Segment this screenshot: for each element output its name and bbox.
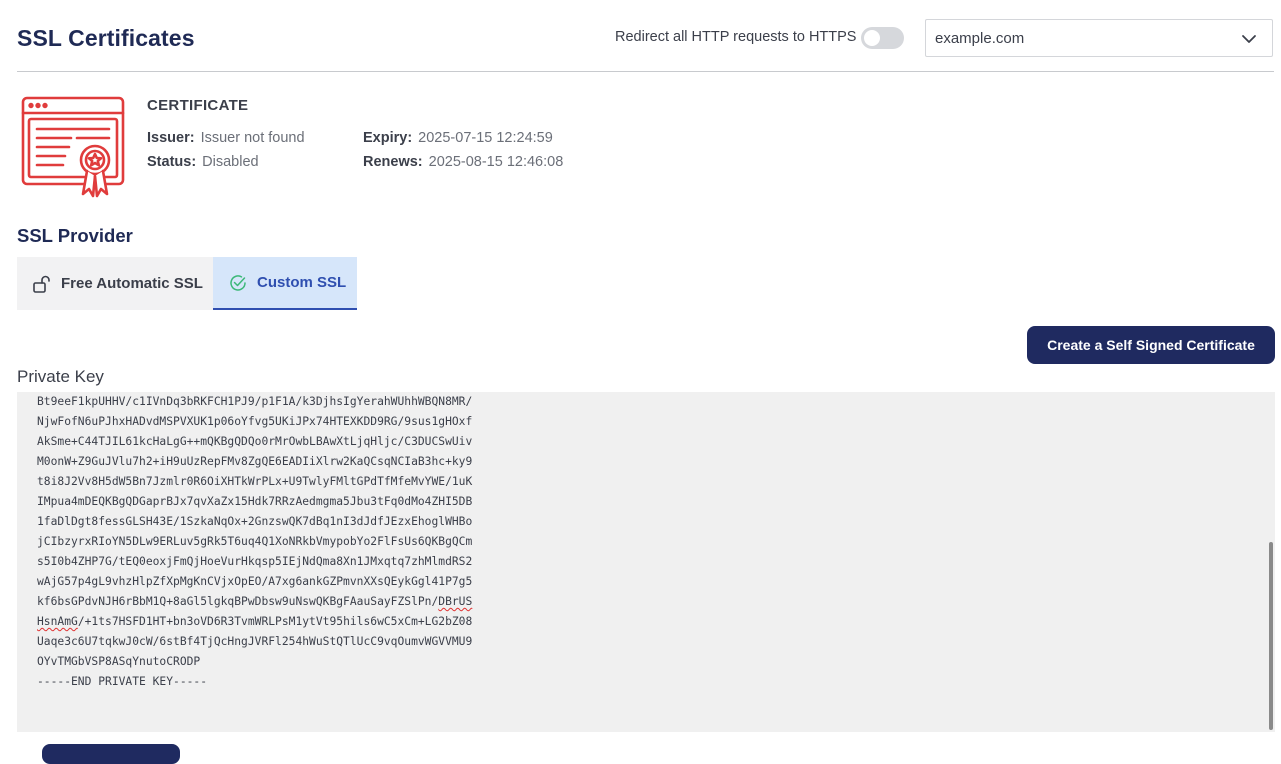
tab-custom-ssl[interactable]: Custom SSL: [213, 257, 357, 310]
key-line: wAjG57p4gL9vhzHlpZfXpMgKnCVjxOpEO/A7xg6a…: [37, 575, 473, 588]
issuer-value: Issuer not found: [200, 130, 305, 146]
renews-row: Renews: 2025-08-15 12:46:08: [363, 154, 563, 170]
ssl-provider-tabs: Free Automatic SSL Custom SSL: [17, 257, 357, 310]
key-line: -----END PRIVATE KEY-----: [37, 675, 208, 688]
key-line: M0onW+Z9GuJVlu7h2+iH9uUzRepFMv8ZgQE6EADI…: [37, 455, 473, 468]
redirect-https-label: Redirect all HTTP requests to HTTPS: [615, 29, 857, 45]
unlock-icon: [31, 274, 51, 294]
key-line: AkSme+C44TJIL61kcHaLgG++mQKBgQDQo0rMrOwb…: [37, 435, 473, 448]
page-title: SSL Certificates: [17, 25, 195, 51]
expiry-value: 2025-07-15 12:24:59: [418, 130, 553, 146]
key-line: OYvTMGbVSP8ASqYnutoCRODP: [37, 655, 201, 668]
renews-value: 2025-08-15 12:46:08: [428, 154, 564, 170]
tab-free-automatic-ssl[interactable]: Free Automatic SSL: [17, 257, 213, 310]
header-divider: [17, 71, 1274, 72]
key-line: Bt9eeF1kpUHHV/c1IVnDq3bRKFCH1PJ9/p1F1A/k…: [37, 395, 473, 408]
certificate-icon: [21, 96, 127, 207]
key-line: s5I0b4ZHP7G/tEQ0eoxjFmQjHoeVurHkqsp5IEjN…: [37, 555, 473, 568]
status-value: Disabled: [202, 154, 259, 170]
create-self-signed-button[interactable]: Create a Self Signed Certificate: [1027, 326, 1275, 364]
tab-custom-ssl-label: Custom SSL: [257, 274, 347, 291]
key-line: NjwFofN6uPJhxHADvdMSPVXUK1p06oYfvg5UKiJP…: [37, 415, 473, 428]
status-label: Status:: [147, 154, 197, 170]
tab-free-automatic-ssl-label: Free Automatic SSL: [61, 275, 203, 292]
key-line: 1faDlDgt8fessGLSH43E/1SzkaNqOx+2GnzswQK7…: [37, 515, 473, 528]
save-button[interactable]: [42, 744, 180, 764]
key-line: kf6bsGPdvNJH6rBbM1Q+8aGl5lgkqBPwDbsw9uNs…: [37, 595, 439, 608]
key-line: /+1ts7HSFD1HT+bn3oVD6R3TvmWRLPsM1ytVt95h…: [77, 615, 473, 628]
key-line: Uaqe3c6U7tqkwJ0cW/6stBf4TjQcHngJVRFl254h…: [37, 635, 473, 648]
textarea-scrollbar[interactable]: [1269, 542, 1273, 730]
private-key-label: Private Key: [17, 367, 104, 386]
expiry-label: Expiry:: [363, 130, 413, 146]
status-row: Status: Disabled: [147, 154, 259, 170]
toggle-knob: [864, 30, 880, 46]
private-key-text: Bt9eeF1kpUHHV/c1IVnDq3bRKFCH1PJ9/p1F1A/k…: [17, 392, 472, 692]
key-line: jCIbzyrxRIoYN5DLw9ERLuv5gRk5T6uq4Q1XoNRk…: [37, 535, 473, 548]
check-circle-icon: [229, 274, 247, 292]
issuer-row: Issuer: Issuer not found: [147, 130, 305, 146]
certificate-heading: CERTIFICATE: [147, 97, 249, 114]
spellcheck-word: DBrUS: [438, 595, 473, 608]
renews-label: Renews:: [363, 154, 423, 170]
chevron-down-icon: [1241, 32, 1257, 50]
domain-select[interactable]: example.com: [925, 19, 1273, 57]
ssl-provider-title: SSL Provider: [17, 225, 133, 246]
expiry-row: Expiry: 2025-07-15 12:24:59: [363, 130, 553, 146]
redirect-https-toggle[interactable]: [861, 27, 904, 49]
key-line: t8i8J2Vv8H5dW5Bn7Jzmlr0R6OiXHTkWrPLx+U9T…: [37, 475, 473, 488]
key-line: IMpua4mDEQKBgQDGaprBJx7qvXaZx15Hdk7RRzAe…: [37, 495, 473, 508]
spellcheck-word: HsnAmG: [37, 615, 78, 628]
private-key-textarea[interactable]: Bt9eeF1kpUHHV/c1IVnDq3bRKFCH1PJ9/p1F1A/k…: [17, 392, 1275, 732]
domain-select-value: example.com: [935, 30, 1025, 47]
issuer-label: Issuer:: [147, 130, 195, 146]
